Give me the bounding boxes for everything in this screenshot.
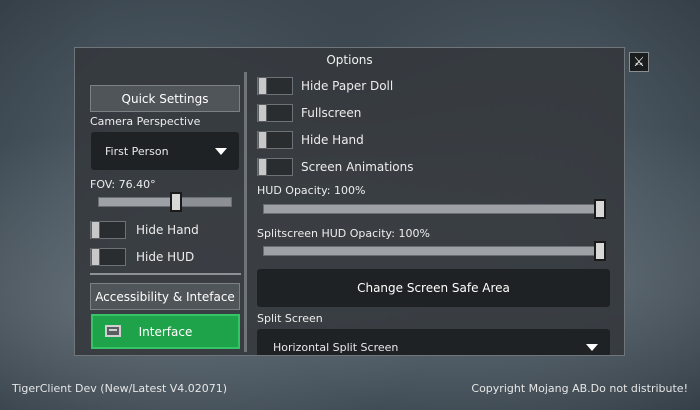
split-screen-dropdown[interactable]: Horizontal Split Screen — [257, 329, 610, 355]
splitscreen-hud-opacity-slider-thumb[interactable] — [594, 241, 606, 261]
hud-opacity-slider-fill — [264, 205, 604, 213]
splitscreen-hud-opacity-slider[interactable] — [263, 241, 606, 261]
fov-slider-thumb[interactable] — [170, 192, 182, 212]
toggle-knob — [258, 77, 267, 95]
fov-label: FOV: 76.40° — [90, 178, 156, 191]
toggle-knob — [91, 221, 100, 239]
chevron-down-icon — [215, 147, 227, 155]
hud-opacity-label: HUD Opacity: 100% — [257, 184, 366, 197]
panel-title: Options — [326, 53, 373, 67]
split-screen-label: Split Screen — [257, 312, 323, 325]
splitscreen-hud-opacity-slider-fill — [264, 247, 604, 255]
interface-label: Interface — [138, 324, 193, 339]
camera-perspective-label: Camera Perspective — [90, 115, 201, 128]
section-divider — [90, 273, 241, 275]
version-text: TigerClient Dev (New/Latest V4.02071) — [12, 382, 228, 395]
hide-hand-right-toggle[interactable] — [257, 131, 293, 149]
hide-hand-label: Hide Hand — [136, 223, 199, 237]
hide-hand-right-label: Hide Hand — [301, 133, 364, 147]
copyright-text: Copyright Mojang AB.Do not distribute! — [471, 382, 688, 395]
hide-hud-toggle[interactable] — [90, 248, 126, 266]
hud-opacity-slider[interactable] — [263, 199, 606, 219]
splitscreen-hud-opacity-label: Splitscreen HUD Opacity: 100% — [257, 227, 430, 240]
toggle-knob — [258, 158, 267, 176]
change-screen-safe-area-button[interactable]: Change Screen Safe Area — [257, 269, 610, 307]
hide-hud-label: Hide HUD — [136, 250, 195, 264]
chevron-down-icon — [586, 344, 598, 351]
hide-paper-doll-toggle[interactable] — [257, 77, 293, 95]
interface-button[interactable]: Interface — [91, 314, 240, 349]
options-panel: Options Quick Settings Camera Perspectiv… — [74, 47, 625, 356]
screen-animations-toggle[interactable] — [257, 158, 293, 176]
accessibility-interface-button[interactable]: Accessibility & Inteface — [90, 283, 240, 310]
column-divider — [244, 72, 247, 352]
toggle-knob — [258, 104, 267, 122]
fov-slider-fill — [99, 198, 176, 206]
fullscreen-toggle[interactable] — [257, 104, 293, 122]
accessibility-interface-label: Accessibility & Inteface — [95, 289, 235, 304]
camera-perspective-value: First Person — [105, 144, 169, 158]
split-screen-value: Horizontal Split Screen — [273, 341, 399, 354]
fov-slider[interactable] — [98, 192, 232, 212]
quick-settings-label: Quick Settings — [121, 91, 209, 106]
quick-settings-button[interactable]: Quick Settings — [90, 85, 240, 112]
hud-opacity-slider-thumb[interactable] — [594, 199, 606, 219]
interface-icon — [105, 325, 121, 337]
toggle-knob — [91, 248, 100, 266]
change-screen-safe-area-label: Change Screen Safe Area — [357, 281, 510, 295]
toggle-knob — [258, 131, 267, 149]
hide-paper-doll-label: Hide Paper Doll — [301, 79, 394, 93]
camera-perspective-dropdown[interactable]: First Person — [91, 132, 239, 170]
close-button[interactable]: ⚔ — [629, 52, 649, 72]
screen-animations-label: Screen Animations — [301, 160, 414, 174]
hide-hand-toggle[interactable] — [90, 221, 126, 239]
fullscreen-label: Fullscreen — [301, 106, 362, 120]
crossed-swords-icon: ⚔ — [633, 54, 645, 70]
